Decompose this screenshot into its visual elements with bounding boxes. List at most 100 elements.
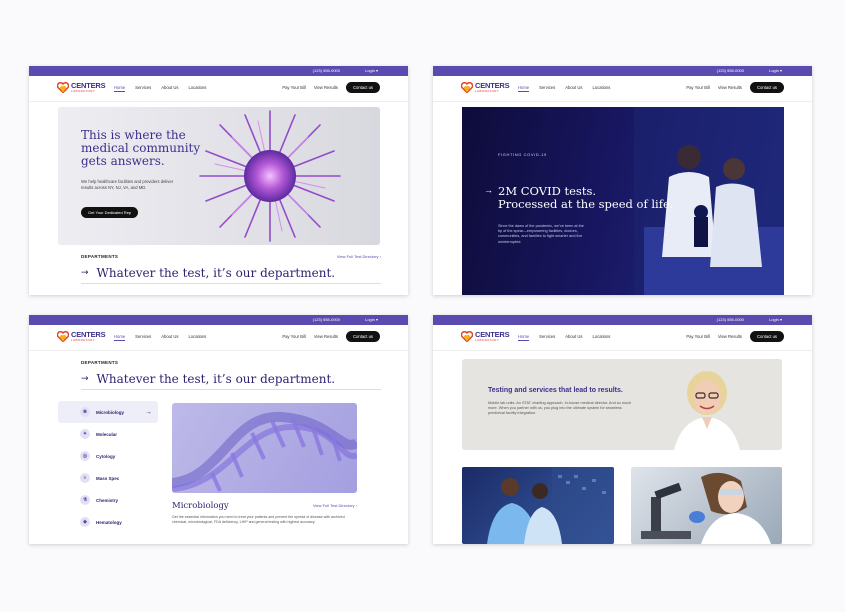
cell-icon: ◎ <box>80 451 90 461</box>
dept-cytology[interactable]: ◎ Cytology <box>58 445 158 467</box>
departments-title: Whatever the test, it’s our department. <box>96 372 336 386</box>
main-nav: CENTERS LABORATORY Home Services About Us… <box>29 76 408 102</box>
nav-home[interactable]: Home <box>114 334 126 341</box>
heart-logo-icon <box>461 82 473 93</box>
covid-kicker: FIGHTING COVID-19 <box>498 152 547 157</box>
virus-illustration <box>199 110 341 242</box>
scientist-microscope-photo <box>631 467 782 544</box>
departments-header: DEPARTMENTS → Whatever the test, it’s ou… <box>81 360 381 390</box>
services-text: Mobile lab units. An STAT charting appro… <box>488 401 632 416</box>
brand-sub: LABORATORY <box>71 88 96 93</box>
microscope-illustration <box>641 472 771 544</box>
covid-title-line-1: 2M COVID tests. <box>498 184 597 198</box>
dept-label: Mass Spec <box>96 475 120 481</box>
divider <box>81 283 381 284</box>
nav-home[interactable]: Home <box>518 85 530 92</box>
heart-logo-icon <box>461 331 473 342</box>
dept-chemistry[interactable]: ⚗ Chemistry <box>58 489 158 511</box>
screenshot-covid-hero: (123) 555-0000 Login ▾ CENTERS LABORATORY… <box>433 66 812 295</box>
login-link[interactable]: Login ▾ <box>365 68 378 73</box>
logo[interactable]: CENTERS LABORATORY <box>57 331 106 342</box>
login-link[interactable]: Login ▾ <box>365 317 378 322</box>
logo[interactable]: CENTERS LABORATORY <box>461 82 510 93</box>
lab-team-photo <box>462 467 614 544</box>
dept-label: Cytology <box>96 453 116 459</box>
main-nav: CENTERS LABORATORY Home Services About Us… <box>29 325 408 351</box>
utility-bar: (123) 555-0000 Login ▾ <box>433 66 812 76</box>
contact-button[interactable]: Contact us <box>749 331 784 342</box>
view-results-link[interactable]: View Results <box>314 334 338 339</box>
brand-sub: LABORATORY <box>71 337 96 342</box>
contact-button[interactable]: Contact us <box>345 331 380 342</box>
services-hero: Testing and services that lead to result… <box>462 359 782 450</box>
screenshot-services: (123) 555-0000 Login ▾ CENTERS LABORATORY… <box>433 315 812 544</box>
brand-sub: LABORATORY <box>475 88 500 93</box>
dna-strand-illustration <box>172 411 357 492</box>
covid-hero: FIGHTING COVID-19 → 2M COVID tests. Proce… <box>462 107 784 295</box>
view-results-link[interactable]: View Results <box>718 85 742 90</box>
arrow-right-icon: → <box>81 268 89 278</box>
detail-text: Get the essential information you need t… <box>172 515 345 524</box>
services-title: Testing and services that lead to result… <box>488 387 623 394</box>
main-nav: CENTERS LABORATORY Home Services About Us… <box>433 325 812 351</box>
dept-mass-spec[interactable]: ≡ Mass Spec <box>58 467 158 489</box>
test-directory-link[interactable]: View Full Test Directory › <box>313 503 357 508</box>
pay-bill-link[interactable]: Pay Your Bill <box>686 85 710 90</box>
test-directory-link[interactable]: View Full Test Directory › <box>337 254 381 259</box>
phone-number[interactable]: (123) 555-0000 <box>313 68 340 73</box>
dept-hematology[interactable]: ◆ Hematology <box>58 511 158 533</box>
nav-about[interactable]: About Us <box>565 334 582 341</box>
nav-about[interactable]: About Us <box>161 334 178 341</box>
heart-logo-icon <box>57 82 69 93</box>
dept-label: Molecular <box>96 431 118 437</box>
dept-label: Hematology <box>96 519 122 525</box>
nav-services[interactable]: Services <box>539 334 555 341</box>
nav-services[interactable]: Services <box>135 85 151 92</box>
heart-logo-icon <box>57 331 69 342</box>
logo[interactable]: CENTERS LABORATORY <box>461 331 510 342</box>
pay-bill-link[interactable]: Pay Your Bill <box>282 85 306 90</box>
departments-title: Whatever the test, it’s our department. <box>96 266 336 280</box>
login-link[interactable]: Login ▾ <box>769 68 782 73</box>
hero-text: We help healthcare facilities and provid… <box>81 179 174 190</box>
dna-image <box>172 403 357 493</box>
lab-team-illustration <box>487 467 614 544</box>
pay-bill-link[interactable]: Pay Your Bill <box>282 334 306 339</box>
logo[interactable]: CENTERS LABORATORY <box>57 82 106 93</box>
phone-number[interactable]: (123) 555-0000 <box>313 317 340 322</box>
nav-about[interactable]: About Us <box>565 85 582 92</box>
nav-about[interactable]: About Us <box>161 85 178 92</box>
utility-bar: (123) 555-0000 Login ▾ <box>29 66 408 76</box>
contact-button[interactable]: Contact us <box>749 82 784 93</box>
view-results-link[interactable]: View Results <box>314 85 338 90</box>
main-nav: CENTERS LABORATORY Home Services About Us… <box>433 76 812 102</box>
phone-number[interactable]: (123) 555-0000 <box>717 68 744 73</box>
departments-section: DEPARTMENTS View Full Test Directory › →… <box>81 254 381 284</box>
dedicated-rep-button[interactable]: Get Your Dedicated Rep <box>81 207 139 218</box>
nav-locations[interactable]: Locations <box>188 334 206 341</box>
dept-label: Chemistry <box>96 497 119 503</box>
pay-bill-link[interactable]: Pay Your Bill <box>686 334 710 339</box>
login-link[interactable]: Login ▾ <box>769 317 782 322</box>
nav-home[interactable]: Home <box>114 85 126 92</box>
department-detail: Microbiology View Full Test Directory › … <box>172 501 357 525</box>
nav-locations[interactable]: Locations <box>592 85 610 92</box>
utility-bar: (123) 555-0000 Login ▾ <box>29 315 408 325</box>
covid-text: Since the dawn of the pandemic, we’ve be… <box>498 224 584 244</box>
nav-locations[interactable]: Locations <box>188 85 206 92</box>
flask-icon: ⚗ <box>80 495 90 505</box>
phone-number[interactable]: (123) 555-0000 <box>717 317 744 322</box>
nav-services[interactable]: Services <box>135 334 151 341</box>
arrow-right-icon: → <box>145 408 152 416</box>
nav-locations[interactable]: Locations <box>592 334 610 341</box>
view-results-link[interactable]: View Results <box>718 334 742 339</box>
nav-services[interactable]: Services <box>539 85 555 92</box>
nav-home[interactable]: Home <box>518 334 530 341</box>
covid-title-line-2: Processed at the speed of life. <box>498 197 674 211</box>
contact-button[interactable]: Contact us <box>345 82 380 93</box>
dept-label: Microbiology <box>96 409 124 415</box>
dept-microbiology[interactable]: ❀ Microbiology → <box>58 401 158 423</box>
hero-banner: This is where the medical community gets… <box>58 107 380 245</box>
screenshot-home-hero: (123) 555-0000 Login ▾ CENTERS LABORATORY… <box>29 66 408 295</box>
dept-molecular[interactable]: ✦ Molecular <box>58 423 158 445</box>
